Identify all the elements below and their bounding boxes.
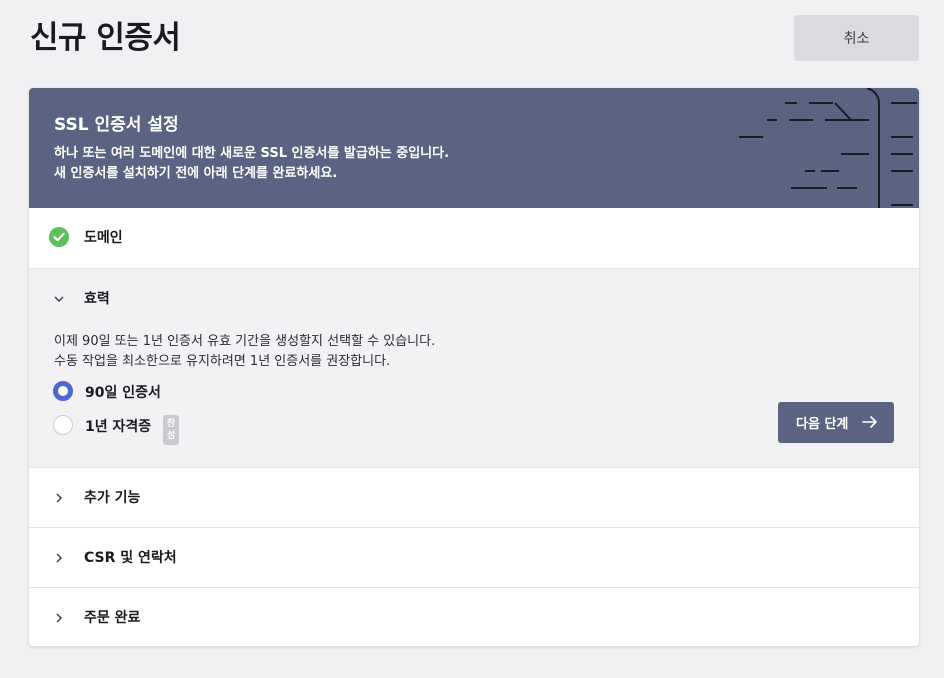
validity-description: 이제 90일 또는 1년 인증서 유효 기간을 생성할지 선택할 수 있습니다.…: [54, 332, 435, 372]
hero-banner: SSL 인증서 설정 하나 또는 여러 도메인에 대한 새로운 SSL 인증서를…: [29, 88, 919, 208]
cancel-button[interactable]: 취소: [794, 15, 919, 61]
recommended-badge-char-2: 성: [166, 431, 176, 441]
step-order-complete[interactable]: 주문 완료: [29, 587, 919, 646]
next-step-label: 다음 단계: [796, 417, 849, 432]
step-csr-label: CSR 및 연락처: [84, 550, 177, 566]
step-csr-contacts[interactable]: CSR 및 연락처: [29, 527, 919, 587]
certificate-setup-card: SSL 인증서 설정 하나 또는 여러 도메인에 대한 새로운 SSL 인증서를…: [29, 88, 919, 646]
validity-description-line-1: 이제 90일 또는 1년 인증서 유효 기간을 생성할지 선택할 수 있습니다.: [54, 334, 436, 349]
chevron-down-icon: [54, 296, 64, 302]
chevron-right-icon: [56, 553, 62, 563]
radio-button-unselected[interactable]: [53, 415, 73, 435]
step-validity-label: 효력: [84, 291, 110, 307]
chevron-right-icon: [56, 493, 62, 503]
recommended-badge-char-1: 찬: [166, 419, 176, 429]
step-validity-header[interactable]: 효력: [29, 269, 919, 329]
step-domain-label: 도메인: [84, 230, 123, 246]
recommended-badge: 찬 성: [163, 415, 179, 445]
check-circle-icon: [49, 227, 69, 247]
validity-description-line-2: 수동 작업을 최소한으로 유지하려면 1년 인증서를 권장합니다.: [54, 354, 391, 369]
radio-1-year-label: 1년 자격증: [85, 419, 152, 435]
step-features-label: 추가 기능: [84, 490, 141, 506]
hero-description-line-2: 새 인증서를 설치하기 전에 아래 단계를 완료하세요.: [54, 166, 338, 181]
radio-button-selected[interactable]: [53, 381, 73, 401]
hero-title: SSL 인증서 설정: [54, 115, 179, 135]
decorative-lines-illustration: [739, 88, 917, 208]
step-additional-features[interactable]: 추가 기능: [29, 467, 919, 527]
hero-description: 하나 또는 여러 도메인에 대한 새로운 SSL 인증서를 발급하는 중입니다.…: [54, 144, 449, 184]
step-complete-label: 주문 완료: [84, 610, 141, 626]
step-domain[interactable]: 도메인: [29, 208, 919, 268]
chevron-right-icon: [56, 613, 62, 623]
arrow-right-icon: [862, 416, 877, 428]
step-validity: 효력 이제 90일 또는 1년 인증서 유효 기간을 생성할지 선택할 수 있습…: [29, 268, 919, 468]
hero-description-line-1: 하나 또는 여러 도메인에 대한 새로운 SSL 인증서를 발급하는 중입니다.: [54, 146, 450, 161]
page-title: 신규 인증서: [30, 20, 181, 56]
next-step-button[interactable]: 다음 단계: [778, 402, 894, 443]
radio-90-day-label: 90일 인증서: [85, 385, 161, 401]
